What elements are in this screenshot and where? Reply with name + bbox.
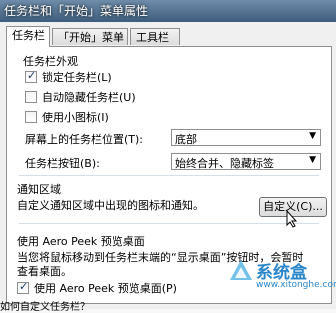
location-value: 底部	[175, 133, 197, 146]
watermark-url: www.xitonghe.com	[256, 280, 336, 290]
help-link[interactable]: 如何自定义任务栏？	[0, 298, 90, 313]
location-dropdown[interactable]: 底部 ▼	[171, 129, 321, 146]
buttons-label: 任务栏按钮(B):	[25, 157, 100, 170]
notification-description: 自定义通知区域中出现的图标和通知。	[17, 199, 204, 212]
buttons-value: 始终合并、隐藏标签	[175, 157, 274, 170]
chevron-down-icon: ▼	[309, 155, 316, 165]
location-label: 屏幕上的任务栏位置(T):	[25, 133, 144, 146]
tab-start-menu[interactable]: 「开始」菜单	[52, 28, 128, 45]
aero-peek-option[interactable]: 使用 Aero Peek 预览桌面(P)	[17, 280, 177, 296]
divider	[19, 223, 319, 224]
auto-hide-label: 自动隐藏任务栏(U)	[42, 91, 136, 104]
aero-peek-checkbox[interactable]	[17, 280, 29, 294]
tab-toolbars[interactable]: 工具栏	[130, 28, 180, 45]
small-icons-checkbox[interactable]	[25, 111, 37, 123]
small-icons-label: 使用小图标(I)	[42, 111, 109, 124]
auto-hide-checkbox[interactable]	[25, 91, 37, 103]
lock-taskbar-label: 锁定任务栏(L)	[42, 71, 112, 84]
lock-taskbar-option[interactable]: 锁定任务栏(L)	[25, 69, 112, 85]
aero-peek-description-line-2: 查看桌面。	[17, 265, 72, 278]
lock-taskbar-checkbox[interactable]	[25, 69, 37, 83]
appearance-group-label: 任务栏外观	[23, 55, 78, 68]
divider	[19, 175, 319, 176]
tab-taskbar[interactable]: 任务栏	[6, 26, 50, 47]
mouse-cursor-icon	[286, 210, 298, 228]
auto-hide-option[interactable]: 自动隐藏任务栏(U)	[25, 89, 136, 105]
title-bar: 任务栏和「开始」菜单属性	[0, 0, 336, 22]
buttons-dropdown[interactable]: 始终合并、隐藏标签 ▼	[171, 153, 321, 170]
notification-group-label: 通知区域	[17, 183, 61, 196]
aero-peek-group-label: 使用 Aero Peek 预览桌面	[17, 235, 145, 248]
small-icons-option[interactable]: 使用小图标(I)	[25, 109, 109, 125]
chevron-down-icon: ▼	[309, 131, 316, 141]
window-title: 任务栏和「开始」菜单属性	[4, 4, 149, 18]
aero-peek-checkbox-label: 使用 Aero Peek 预览桌面(P)	[34, 282, 177, 295]
watermark-logo-icon	[230, 260, 252, 280]
